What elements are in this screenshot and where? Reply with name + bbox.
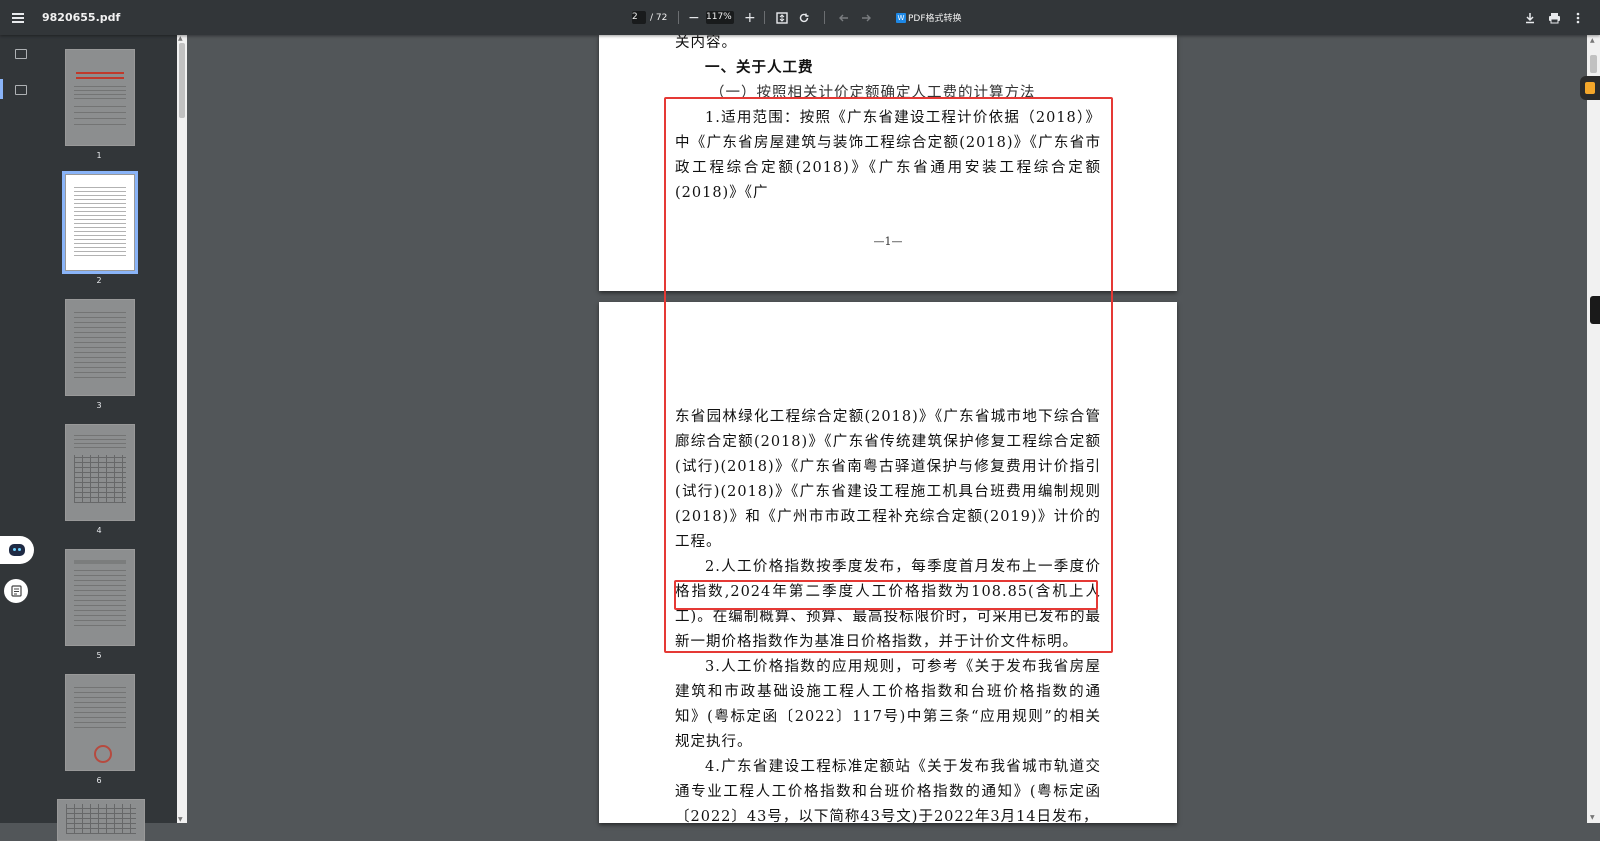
document-scrollbar[interactable]: ▲ ▼ — [1587, 35, 1600, 823]
thumbnail-view-icon[interactable] — [15, 49, 27, 59]
page-thumbnail[interactable] — [65, 299, 135, 396]
thumbnail-panel: 1 2 3 4 5 6 ▲ ▼ — [43, 35, 187, 841]
rail-active-indicator — [0, 79, 3, 99]
doc-paragraph: 东省园林绿化工程综合定额(2018)》《广东省城市地下综合管廊综合定额(2018… — [675, 409, 1101, 550]
file-name: 9820655.pdf — [42, 11, 121, 24]
page-thumbnail-active[interactable] — [62, 171, 138, 274]
side-handle-icon[interactable] — [1590, 296, 1600, 324]
doc-paragraph: 1.适用范围：按照《广东省建设工程计价依据（2018）》中《广东省房屋建筑与装饰… — [675, 110, 1101, 201]
doc-heading: 一、关于人工费 — [705, 60, 814, 76]
thumbnail-label: 1 — [96, 151, 102, 160]
download-icon[interactable] — [1524, 0, 1536, 35]
page-thumbnail[interactable] — [65, 549, 135, 646]
doc-subheading: （一）按照相关计价定额确定人工费的计算方法 — [710, 85, 1036, 101]
thumbnail-label: 6 — [96, 776, 102, 785]
pdf-convert-button[interactable]: W PDF格式转换 — [896, 0, 962, 35]
pdf-convert-logo-icon: W — [896, 12, 906, 23]
doc-paragraph: 4.广东省建设工程标准定额站《关于发布我省城市轨道交通专业工程人工价格指数和台班… — [675, 759, 1101, 825]
assistant-robot-icon[interactable] — [0, 536, 34, 564]
rotate-icon[interactable] — [798, 0, 810, 35]
document-tool-icon[interactable] — [4, 579, 28, 603]
zoom-out-button[interactable]: − — [688, 0, 700, 35]
fit-page-icon[interactable] — [776, 0, 788, 35]
side-extension-icon[interactable] — [1580, 76, 1600, 100]
pdf-page: 关内容。 一、关于人工费 （一）按照相关计价定额确定人工费的计算方法 1.适用范… — [599, 35, 1177, 291]
toolbar-divider — [824, 11, 825, 24]
zoom-in-button[interactable]: + — [744, 0, 756, 35]
thumbnail-scrollbar[interactable]: ▲ ▼ — [177, 35, 187, 823]
thumbnail-label: 2 — [96, 276, 102, 285]
thumbnail-label: 5 — [96, 651, 102, 660]
thumbnail-label: 3 — [96, 401, 102, 410]
page-footer-number: —1— — [873, 235, 903, 248]
page-total: / 72 — [650, 12, 668, 23]
pdf-page: 东省园林绿化工程综合定额(2018)》《广东省城市地下综合管廊综合定额(2018… — [599, 302, 1177, 825]
zoom-input[interactable]: 117% — [706, 11, 734, 24]
sidebar-rail — [0, 35, 43, 823]
forward-icon[interactable] — [860, 0, 872, 35]
page-thumbnail[interactable] — [65, 49, 135, 146]
toolbar-divider — [678, 11, 679, 24]
pdf-convert-label: PDF格式转换 — [908, 14, 962, 24]
toolbar-divider — [764, 11, 765, 24]
outline-view-icon[interactable] — [15, 85, 27, 95]
pdf-toolbar: 9820655.pdf 2 / 72 − 117% + W PDF格式转换 — [0, 0, 1600, 35]
seal-stamp — [94, 745, 112, 763]
page-thumbnail[interactable] — [57, 799, 145, 841]
doc-paragraph: 2.人工价格指数按季度发布，每季度首月发布上一季度价格指数,2024年第二季度人… — [675, 559, 1101, 650]
page-thumbnail[interactable] — [65, 424, 135, 521]
page-number-input[interactable]: 2 — [632, 11, 646, 24]
back-icon[interactable] — [838, 0, 850, 35]
print-icon[interactable] — [1548, 0, 1561, 35]
page-thumbnail[interactable] — [65, 674, 135, 771]
more-icon[interactable] — [1576, 0, 1580, 35]
doc-paragraph: 3.人工价格指数的应用规则，可参考《关于发布我省房屋建筑和市政基础设施工程人工价… — [675, 659, 1101, 750]
menu-icon[interactable] — [12, 0, 28, 35]
thumbnail-label: 4 — [96, 526, 102, 535]
